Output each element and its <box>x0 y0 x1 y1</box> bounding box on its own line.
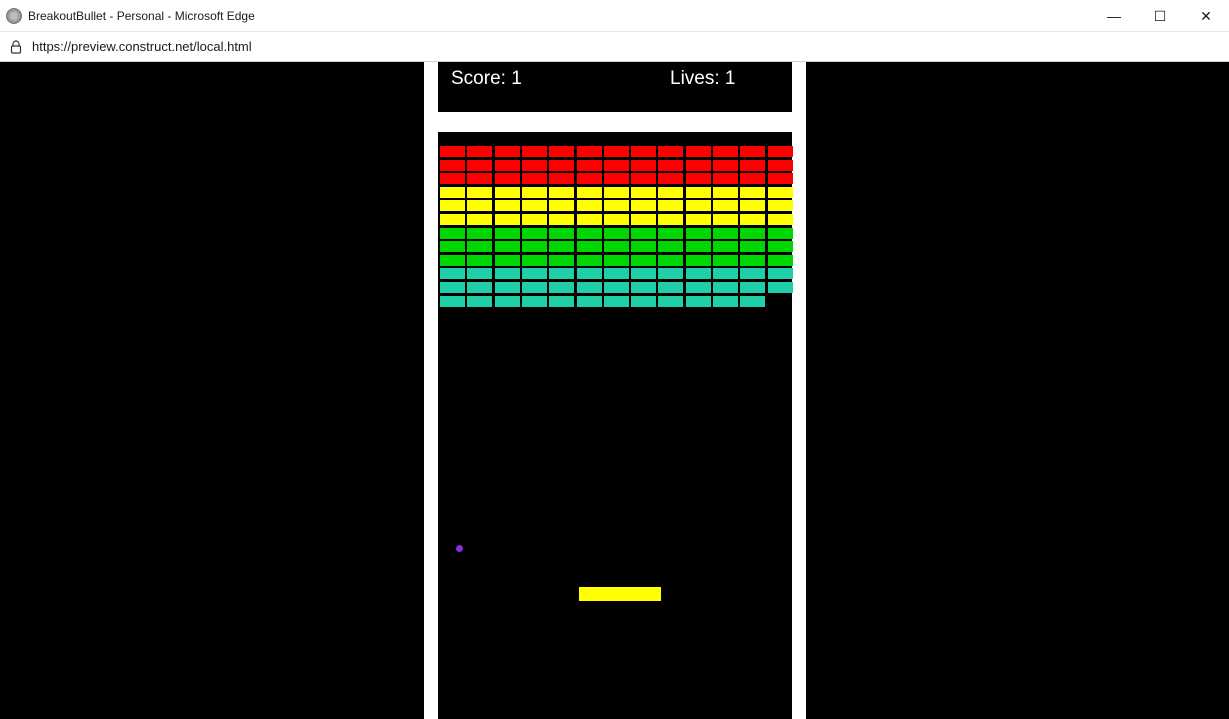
close-button[interactable]: ✕ <box>1183 0 1229 32</box>
app-gear-icon <box>6 7 22 24</box>
window-controls: — ☐ ✕ <box>1091 0 1229 32</box>
playfield[interactable] <box>438 132 792 719</box>
lives-label: Lives: 1 <box>670 68 736 89</box>
address-bar[interactable]: https://preview.construct.net/local.html <box>0 32 1229 62</box>
maximize-icon: ☐ <box>1153 7 1167 24</box>
close-icon: ✕ <box>1200 7 1212 24</box>
game-viewport[interactable]: Score: 1 Lives: 1 <box>0 62 1229 719</box>
maximize-button[interactable]: ☐ <box>1137 0 1183 32</box>
score-label: Score: 1 <box>451 68 522 89</box>
url-text[interactable]: https://preview.construct.net/local.html <box>32 39 252 54</box>
minimize-button[interactable]: — <box>1091 0 1137 32</box>
lock-icon <box>10 39 22 54</box>
window-title: BreakoutBullet - Personal - Microsoft Ed… <box>28 8 255 23</box>
right-wall <box>792 62 806 719</box>
title-bar: BreakoutBullet - Personal - Microsoft Ed… <box>0 0 1229 32</box>
minimize-icon: — <box>1107 8 1121 24</box>
ball <box>456 545 463 552</box>
top-wall <box>438 112 792 132</box>
paddle[interactable] <box>579 587 661 601</box>
left-wall <box>424 62 438 719</box>
